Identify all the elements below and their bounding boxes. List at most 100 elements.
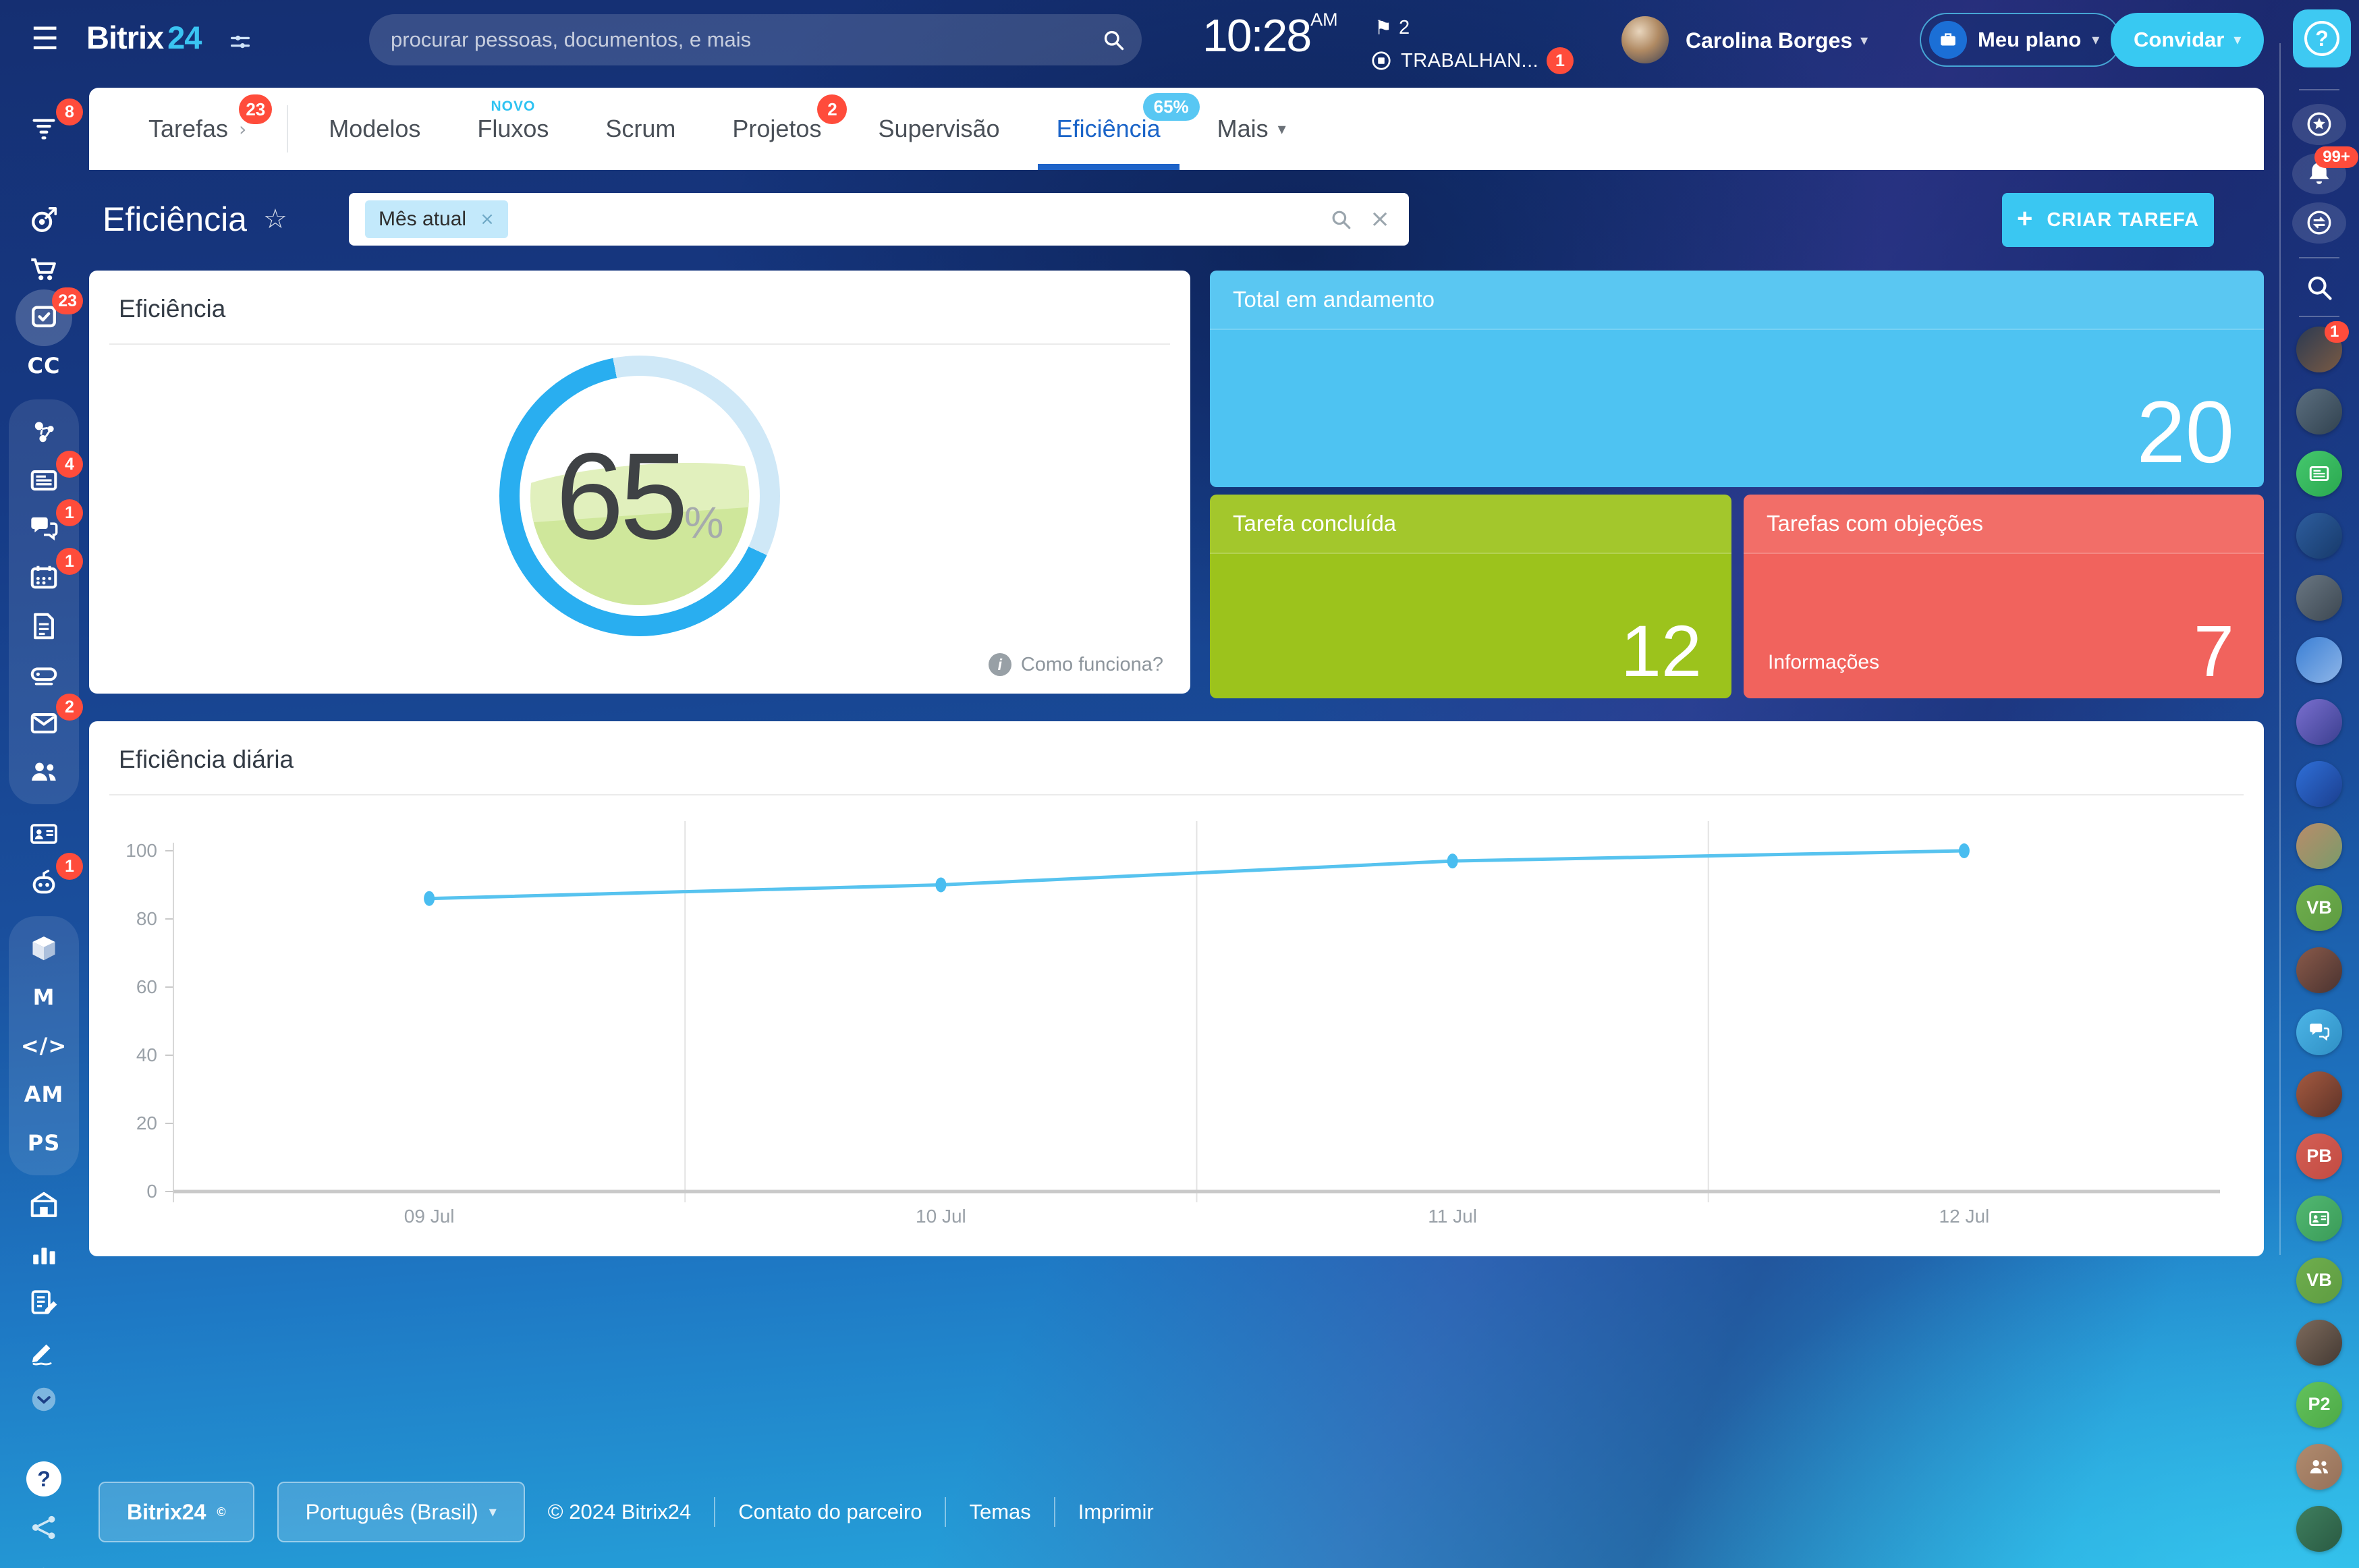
rail-chat-group-chat[interactable] [2296,1444,2342,1490]
top-bar: ☰ Bitrix24 10:28AM ⚑2 TRABALHAN... 1 Car… [0,0,2359,80]
workspace-settings-icon[interactable] [228,30,252,54]
sidebar-item-contact-center[interactable] [14,810,74,858]
rail-chat-user[interactable] [2296,761,2342,807]
sidebar-item-messenger[interactable]: 1 [14,505,74,553]
rail-chat-user[interactable] [2296,1320,2342,1366]
tab-projetos[interactable]: Projetos2 [704,88,850,170]
data-point[interactable] [1447,853,1458,868]
how-it-works-link[interactable]: iComo funciona? [989,653,1163,676]
rail-chat-user[interactable] [2296,947,2342,993]
rail-chat-design-chat[interactable] [2296,699,2342,745]
informations-link[interactable]: Informações [1768,651,1879,674]
rail-chat-user[interactable] [2296,823,2342,869]
sidebar-item-filter[interactable]: 8 [14,104,74,152]
rail-chat-map-chat[interactable] [2296,513,2342,559]
planner-flag[interactable]: ⚑2 [1375,16,1410,39]
filter-input[interactable] [520,199,1312,240]
partner-contact-link[interactable]: Contato do parceiro [738,1500,922,1524]
rail-chat-user[interactable] [2296,575,2342,621]
work-status[interactable]: TRABALHAN... 1 [1370,47,1574,74]
rail-chat-user[interactable] [2296,1506,2342,1552]
rail-chat-user[interactable] [2296,637,2342,683]
rail-chat-user[interactable] [2296,389,2342,435]
sidebar-item-documents[interactable] [14,602,74,650]
sidebar-item-community[interactable] [14,408,74,456]
tab-eficie-ncia[interactable]: Eficiência65% [1028,88,1189,170]
sidebar-item-warehouse[interactable] [14,1181,74,1229]
rail-notifications-button[interactable]: 99+ [2292,153,2346,194]
divider [714,1497,715,1527]
search-icon[interactable] [1101,28,1126,52]
sidebar-item-am[interactable]: AM [14,1070,74,1119]
create-task-button[interactable]: +CRIAR TAREFA [2002,193,2214,247]
sidebar-item-news[interactable]: 4 [14,456,74,505]
sidebar-item-analytics[interactable] [14,1229,74,1278]
rail-chat-chat-group[interactable] [2296,1009,2342,1055]
tab-fluxos[interactable]: FluxosNOVO [449,88,577,170]
search-input[interactable] [391,14,1092,65]
tab-tarefas[interactable]: Tarefas›23 [120,88,275,170]
rail-chat-user[interactable] [2296,1071,2342,1117]
sidebar-item-ps[interactable]: PS [14,1119,74,1167]
filter-chip[interactable]: Mês atual× [365,200,508,238]
main-menu-icon[interactable]: ☰ [31,20,59,57]
bitrix24-logo[interactable]: Bitrix24 [86,19,201,56]
themes-link[interactable]: Temas [969,1500,1030,1524]
sidebar-item-sales[interactable] [14,244,74,293]
stat-card-completed[interactable]: Tarefa concluída 12 [1210,495,1731,698]
help-button[interactable]: ? [2293,9,2351,67]
data-point[interactable] [935,878,946,893]
sidebar-item-drive[interactable] [14,650,74,699]
language-selector[interactable]: Português (Brasil)▾ [277,1482,525,1542]
rail-activity-history-button[interactable] [2292,202,2346,244]
tab-scrum[interactable]: Scrum [577,88,704,170]
sidebar-item-market[interactable]: M [14,973,74,1021]
rail-chat-group-p2[interactable]: P2 [2296,1382,2342,1428]
clock[interactable]: 10:28AM [1202,11,1338,59]
sidebar-item-ai-assistant[interactable]: 1 [14,858,74,907]
tab-label: Projetos [732,115,821,143]
sidebar-item-mail[interactable]: 2 [14,699,74,748]
footer-brand-button[interactable]: Bitrix24© [99,1482,254,1542]
filter-clear-icon[interactable]: × [1370,208,1393,231]
print-link[interactable]: Imprimir [1078,1500,1154,1524]
invite-button[interactable]: Convidar▾ [2111,13,2264,67]
sidebar-item-employees[interactable] [14,748,74,796]
sidebar-item-collapse[interactable] [14,1375,74,1424]
chevron-down-icon: ▾ [2092,32,2099,49]
sidebar-item-calendar[interactable]: 1 [14,553,74,602]
sidebar-item-cc[interactable]: CC [14,341,74,390]
tab-supervisa-o[interactable]: Supervisão [850,88,1028,170]
sidebar-item-developer[interactable]: </> [14,1021,74,1070]
sidebar-item-crm-marketing[interactable] [14,196,74,244]
sidebar-item-catalog[interactable] [14,924,74,973]
rail-search-button[interactable] [2299,272,2339,303]
rail-chat-group-pb[interactable]: PB [2296,1133,2342,1179]
sidebar-item-smart-process[interactable] [14,1278,74,1326]
stat-card-objections[interactable]: Tarefas com objeções Informações 7 [1744,495,2264,698]
my-plan-button[interactable]: Meu plano ▾ [1920,13,2121,67]
stat-card-in-progress[interactable]: Total em andamento 20 [1210,271,2264,487]
sidebar-item-settings[interactable]: ⚙ [14,1552,74,1568]
remove-chip-icon[interactable]: × [480,209,495,229]
favorite-star-icon[interactable]: ☆ [263,204,287,235]
global-search[interactable] [369,14,1142,65]
rail-chat-video-call[interactable]: 1 [2296,327,2342,372]
user-avatar[interactable] [1621,16,1669,63]
filter-search-icon[interactable] [1329,208,1352,231]
rail-chat-group-vb[interactable]: VB [2296,1258,2342,1304]
sidebar-item-bitrix-network[interactable] [14,1503,74,1552]
rail-updates-button[interactable] [2292,104,2346,145]
rail-chat-document-chat[interactable] [2296,451,2342,497]
user-menu[interactable]: Carolina Borges▾ [1686,28,1868,53]
tab-mais[interactable]: Mais▾ [1189,88,1314,170]
filter-bar[interactable]: Mês atual× × [349,193,1409,246]
rail-chat-group-vb[interactable]: VB [2296,885,2342,931]
sidebar-item-sign[interactable] [14,1326,74,1375]
sidebar-item-support[interactable]: ? [14,1455,74,1503]
tab-modelos[interactable]: Modelos [300,88,449,170]
data-point[interactable] [1959,843,1970,858]
data-point[interactable] [424,891,435,906]
rail-chat-contacts-chat[interactable] [2296,1196,2342,1241]
sidebar-item-tasks[interactable]: 23 [14,293,74,341]
